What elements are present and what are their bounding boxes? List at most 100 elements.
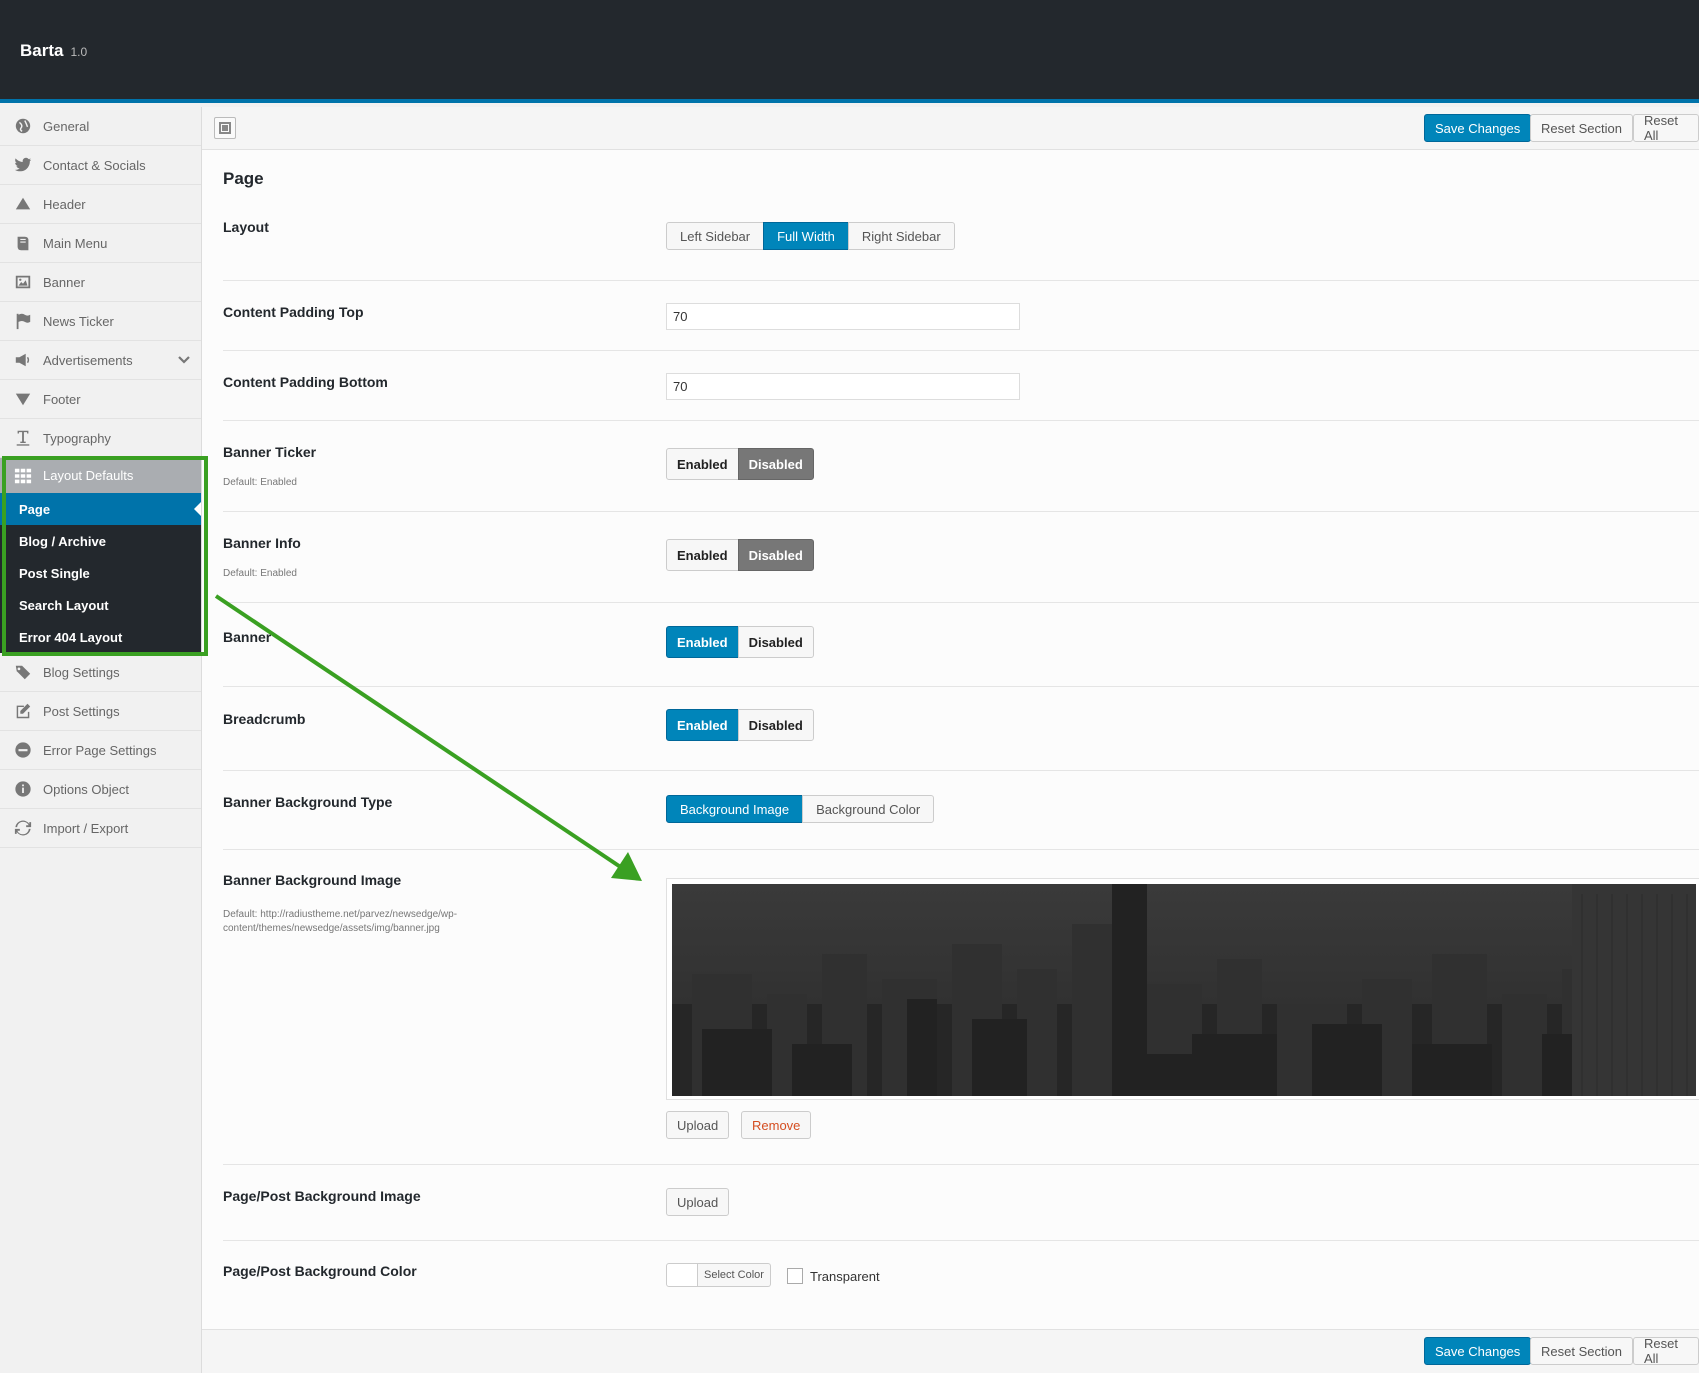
color-swatch[interactable]: [666, 1263, 698, 1287]
reset-section-button-bottom[interactable]: Reset Section: [1530, 1337, 1633, 1365]
sidebar-item-footer[interactable]: Footer: [0, 380, 201, 419]
options-sidebar: General Contact & Socials Header Main Me…: [0, 107, 202, 1373]
layout-option-left-sidebar[interactable]: Left Sidebar: [666, 222, 765, 250]
select-color-button[interactable]: Select Color: [698, 1263, 771, 1287]
sidebar-item-advertisements[interactable]: Advertisements: [0, 341, 201, 380]
text-icon: [13, 428, 33, 448]
triangle-up-icon: [13, 194, 33, 214]
sidebar-item-banner[interactable]: Banner: [0, 263, 201, 302]
save-changes-button[interactable]: Save Changes: [1424, 114, 1532, 142]
sidebar-item-options-object[interactable]: Options Object: [0, 770, 201, 809]
sidebar-item-news-ticker[interactable]: News Ticker: [0, 302, 201, 341]
sidebar-item-typography[interactable]: Typography: [0, 419, 201, 458]
info-icon: [13, 779, 33, 799]
app-header: Barta 1.0: [0, 0, 1699, 103]
chevron-down-icon[interactable]: [177, 353, 191, 370]
edit-icon: [13, 701, 33, 721]
layout-option-right-sidebar[interactable]: Right Sidebar: [847, 222, 955, 250]
reset-all-button[interactable]: Reset All: [1633, 113, 1699, 143]
megaphone-icon: [13, 350, 33, 370]
breadcrumb-enabled[interactable]: Enabled: [666, 709, 739, 741]
twitter-icon: [13, 155, 33, 175]
layout-option-full-width[interactable]: Full Width: [763, 222, 849, 250]
field-label: Page/Post Background Color: [223, 1263, 417, 1279]
save-changes-button-bottom[interactable]: Save Changes: [1424, 1337, 1532, 1365]
banner-disabled[interactable]: Disabled: [737, 626, 814, 658]
field-content-padding-top: Content Padding Top 70: [223, 281, 1699, 351]
field-label: Banner Background Image: [223, 872, 402, 888]
grid-icon: [13, 466, 33, 486]
field-label: Banner Background Type: [223, 794, 393, 810]
globe-icon: [13, 116, 33, 136]
image-icon: [13, 272, 33, 292]
bg-type-option-image[interactable]: Background Image: [666, 795, 804, 823]
field-label: Layout: [223, 219, 269, 235]
field-page-background-image: Page/Post Background Image Upload: [223, 1165, 1699, 1241]
section-title: Page: [223, 169, 264, 188]
field-label: Breadcrumb: [223, 711, 306, 727]
field-banner-ticker: Banner Ticker Default: Enabled Enabled D…: [223, 421, 1699, 512]
field-description: Default: http://radiustheme.net/parvez/n…: [223, 909, 458, 934]
breadcrumb-switch: Enabled Disabled: [666, 709, 814, 741]
submenu-item-page[interactable]: Page: [0, 493, 201, 525]
sidebar-item-import-export[interactable]: Import / Export: [0, 809, 201, 848]
expand-icon: [219, 122, 231, 134]
field-banner-info: Banner Info Default: Enabled Enabled Dis…: [223, 512, 1699, 603]
submenu-item-error-404-layout[interactable]: Error 404 Layout: [0, 621, 201, 653]
transparent-checkbox[interactable]: [787, 1268, 803, 1284]
bottom-toolbar: Save Changes Reset Section Reset All: [202, 1329, 1699, 1373]
banner-info-enabled[interactable]: Enabled: [666, 539, 739, 571]
submenu-item-blog-archive[interactable]: Blog / Archive: [0, 525, 201, 557]
sidebar-item-contact-socials[interactable]: Contact & Socials: [0, 146, 201, 185]
bg-type-option-color[interactable]: Background Color: [802, 795, 935, 823]
banner-background-type-buttonset: Background Image Background Color: [666, 795, 935, 823]
banner-info-switch: Enabled Disabled: [666, 539, 814, 571]
field-label: Banner Ticker: [223, 444, 317, 460]
app-title: Barta 1.0: [20, 41, 88, 60]
banner-image-preview: [666, 878, 1699, 1100]
expand-options-button[interactable]: [214, 117, 236, 139]
submenu-item-search-layout[interactable]: Search Layout: [0, 589, 201, 621]
content-padding-bottom-input[interactable]: 70: [666, 373, 1020, 400]
field-page-background-color: Page/Post Background Color Select Color …: [223, 1241, 1699, 1329]
tags-icon: [13, 662, 33, 682]
sidebar-item-error-page-settings[interactable]: Error Page Settings: [0, 731, 201, 770]
breadcrumb-disabled[interactable]: Disabled: [737, 709, 814, 741]
banner-enabled[interactable]: Enabled: [666, 626, 739, 658]
banner-image-upload-button[interactable]: Upload: [666, 1111, 730, 1139]
banner-info-disabled[interactable]: Disabled: [737, 539, 814, 571]
field-banner: Banner Enabled Disabled: [223, 603, 1699, 687]
field-content-padding-bottom: Content Padding Bottom 70: [223, 351, 1699, 421]
banner-ticker-disabled[interactable]: Disabled: [737, 448, 814, 480]
field-banner-background-image: Banner Background Image Default: http://…: [223, 850, 1699, 1165]
field-description: Default: Enabled: [223, 477, 297, 488]
sidebar-item-post-settings[interactable]: Post Settings: [0, 692, 201, 731]
sidebar-item-header[interactable]: Header: [0, 185, 201, 224]
field-label: Banner: [223, 629, 272, 645]
sidebar-item-general[interactable]: General: [0, 107, 201, 146]
page-bg-image-upload-button[interactable]: Upload: [666, 1188, 730, 1216]
flag-icon: [13, 311, 33, 331]
options-panel: Save Changes Reset Section Reset All Pag…: [202, 107, 1699, 1373]
reset-section-button[interactable]: Reset Section: [1530, 114, 1633, 142]
field-label: Page/Post Background Image: [223, 1188, 421, 1204]
banner-image-remove-button[interactable]: Remove: [741, 1111, 812, 1139]
transparent-label: Transparent: [810, 1269, 880, 1284]
refresh-icon: [13, 818, 33, 838]
field-breadcrumb: Breadcrumb Enabled Disabled: [223, 687, 1699, 771]
sidebar-item-main-menu[interactable]: Main Menu: [0, 224, 201, 263]
banner-ticker-switch: Enabled Disabled: [666, 448, 814, 480]
field-banner-background-type: Banner Background Type Background Image …: [223, 771, 1699, 850]
city-skyline-image: [672, 884, 1696, 1096]
layout-buttonset: Left Sidebar Full Width Right Sidebar: [666, 222, 955, 250]
field-layout: Layout Left Sidebar Full Width Right Sid…: [223, 203, 1699, 281]
submenu-item-post-single[interactable]: Post Single: [0, 557, 201, 589]
banner-ticker-enabled[interactable]: Enabled: [666, 448, 739, 480]
sidebar-item-layout-defaults[interactable]: Layout Defaults: [0, 458, 201, 493]
app-version: 1.0: [70, 45, 88, 59]
content-padding-top-input[interactable]: 70: [666, 303, 1020, 330]
reset-all-button-bottom[interactable]: Reset All: [1633, 1336, 1699, 1366]
field-label: Content Padding Top: [223, 304, 364, 320]
layout-defaults-submenu: Page Blog / Archive Post Single Search L…: [0, 493, 201, 653]
sidebar-item-blog-settings[interactable]: Blog Settings: [0, 653, 201, 692]
